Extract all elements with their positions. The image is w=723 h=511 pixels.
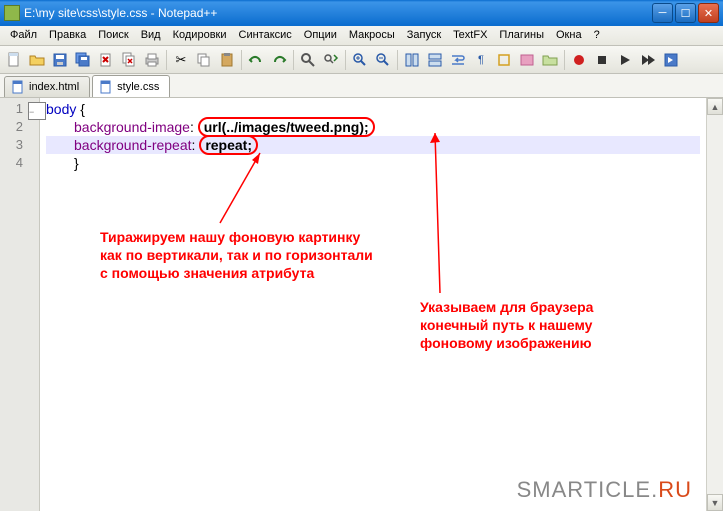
zoom-in-button[interactable]	[349, 49, 371, 71]
replace-button[interactable]	[320, 49, 342, 71]
indent-guide-button[interactable]	[493, 49, 515, 71]
menu-textfx[interactable]: TextFX	[447, 26, 493, 45]
tab-index-html[interactable]: index.html	[4, 76, 90, 97]
new-file-button[interactable]	[3, 49, 25, 71]
paste-button[interactable]	[216, 49, 238, 71]
sync-h-button[interactable]	[424, 49, 446, 71]
brace: }	[74, 155, 79, 171]
save-macro-button[interactable]	[660, 49, 682, 71]
css-selector: body	[46, 101, 76, 117]
css-value-circled: url(../images/tweed.png);	[198, 117, 375, 137]
line-gutter: 1 2 3 4 −	[0, 98, 40, 511]
copy-button[interactable]	[193, 49, 215, 71]
menu-syntax[interactable]: Синтаксис	[233, 26, 298, 45]
menu-run[interactable]: Запуск	[401, 26, 447, 45]
tab-label: style.css	[117, 81, 159, 93]
close-button[interactable]: ✕	[698, 3, 719, 23]
undo-button[interactable]	[245, 49, 267, 71]
title-bar: E:\my site\css\style.css - Notepad++ ─ ☐…	[0, 0, 723, 26]
record-button[interactable]	[568, 49, 590, 71]
menu-bar: Файл Правка Поиск Вид Кодировки Синтакси…	[0, 26, 723, 46]
cut-button[interactable]: ✂	[170, 49, 192, 71]
lang-button[interactable]	[516, 49, 538, 71]
find-button[interactable]	[297, 49, 319, 71]
annotation-left: Тиражируем нашу фоновую картинку как по …	[100, 228, 380, 283]
menu-file[interactable]: Файл	[4, 26, 43, 45]
css-property: background-repeat	[74, 137, 192, 153]
close-all-button[interactable]	[118, 49, 140, 71]
menu-edit[interactable]: Правка	[43, 26, 92, 45]
tab-style-css[interactable]: style.css	[92, 75, 170, 97]
menu-macros[interactable]: Макросы	[343, 26, 401, 45]
open-file-button[interactable]	[26, 49, 48, 71]
menu-search[interactable]: Поиск	[92, 26, 134, 45]
zoom-out-button[interactable]	[372, 49, 394, 71]
sync-v-button[interactable]	[401, 49, 423, 71]
save-all-button[interactable]	[72, 49, 94, 71]
redo-button[interactable]	[268, 49, 290, 71]
wrap-button[interactable]	[447, 49, 469, 71]
line-number: 4	[0, 154, 39, 172]
brace: {	[76, 101, 85, 117]
tab-label: index.html	[29, 81, 79, 93]
watermark: SMARTICLE.RU	[517, 477, 692, 503]
app-icon	[4, 5, 20, 21]
file-icon	[99, 80, 113, 94]
tab-bar: index.html style.css	[0, 74, 723, 98]
menu-plugins[interactable]: Плагины	[493, 26, 550, 45]
stop-button[interactable]	[591, 49, 613, 71]
css-property: background-image	[74, 119, 190, 135]
scroll-up-icon[interactable]: ▲	[707, 98, 723, 115]
menu-view[interactable]: Вид	[135, 26, 167, 45]
menu-options[interactable]: Опции	[298, 26, 343, 45]
close-file-button[interactable]	[95, 49, 117, 71]
window-title: E:\my site\css\style.css - Notepad++	[24, 6, 217, 20]
menu-windows[interactable]: Окна	[550, 26, 588, 45]
menu-help[interactable]: ?	[588, 26, 606, 45]
vertical-scrollbar[interactable]: ▲ ▼	[706, 98, 723, 511]
code-content[interactable]: body { background-image: url(../images/t…	[40, 98, 706, 511]
folder-button[interactable]	[539, 49, 561, 71]
css-value-circled: repeat;	[199, 135, 258, 155]
show-chars-button[interactable]: ¶	[470, 49, 492, 71]
play-button[interactable]	[614, 49, 636, 71]
file-icon	[11, 80, 25, 94]
toolbar: ✂ ¶	[0, 46, 723, 74]
menu-encoding[interactable]: Кодировки	[167, 26, 233, 45]
annotation-right: Указываем для браузера конечный путь к н…	[420, 298, 660, 353]
minimize-button[interactable]: ─	[652, 3, 673, 23]
maximize-button[interactable]: ☐	[675, 3, 696, 23]
editor-area: 1 2 3 4 − body { background-image: url(.…	[0, 98, 723, 511]
line-number: 3	[0, 136, 39, 154]
save-button[interactable]	[49, 49, 71, 71]
scroll-down-icon[interactable]: ▼	[707, 494, 723, 511]
play-multi-button[interactable]	[637, 49, 659, 71]
print-button[interactable]	[141, 49, 163, 71]
